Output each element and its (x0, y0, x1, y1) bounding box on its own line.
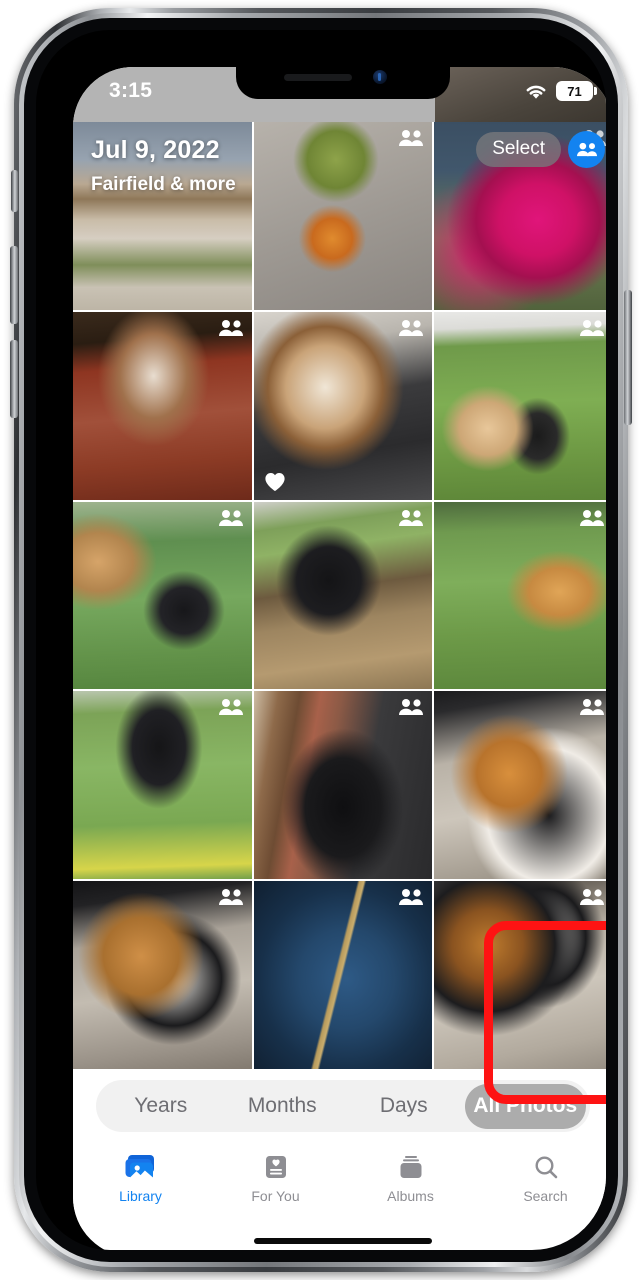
segment-days[interactable]: Days (343, 1084, 465, 1129)
shared-people-icon (398, 888, 424, 906)
device-notch (236, 67, 450, 99)
photo-thumbnail (73, 881, 252, 1069)
shared-people-icon (398, 319, 424, 337)
shared-people-icon (218, 319, 244, 337)
top-right-controls: Select (476, 131, 605, 168)
volume-down-button[interactable] (10, 340, 18, 418)
photo-dog-on-rug[interactable] (73, 311, 252, 500)
shared-people-icon (579, 319, 605, 337)
heart-icon (264, 472, 286, 492)
shared-people-icon (579, 888, 605, 906)
segment-all-photos[interactable]: All Photos (464, 1083, 586, 1129)
photo-dogs-on-turf[interactable] (434, 311, 606, 500)
shared-people-icon (398, 129, 424, 147)
photo-two-cats-bed[interactable] (434, 691, 606, 880)
photo-calico-cat[interactable] (434, 881, 606, 1069)
tab-label: Search (523, 1188, 568, 1204)
wifi-icon (525, 83, 547, 100)
photo-thumbnail (434, 501, 606, 690)
photo-house-driveway[interactable]: Jul 9, 2022 Fairfield & more (73, 122, 252, 310)
shared-library-toggle-button[interactable] (568, 131, 605, 168)
shared-people-icon (576, 142, 597, 157)
photo-library-icon (124, 1151, 158, 1185)
shared-people-icon (218, 509, 244, 527)
home-indicator[interactable] (254, 1238, 432, 1244)
timeline-scope-bar: Years Months Days All Photos (73, 1069, 606, 1143)
search-icon (531, 1151, 561, 1185)
photo-thumbnail (73, 501, 252, 690)
device-bezel: 3:15 71 Jul 9, 2022 Fairfield & more Sel… (36, 30, 606, 1250)
photo-thumbnail (434, 691, 606, 880)
front-camera (373, 70, 387, 84)
phone-screen: 3:15 71 Jul 9, 2022 Fairfield & more Sel… (73, 67, 606, 1250)
photo-dog-on-couch[interactable] (253, 311, 433, 500)
photo-thumbnail (253, 881, 433, 1069)
library-date-title: Jul 9, 2022 (91, 136, 220, 164)
photo-thumbnail (253, 501, 433, 690)
mute-switch[interactable] (11, 170, 18, 212)
shared-people-icon (218, 888, 244, 906)
albums-stack-icon (396, 1151, 426, 1185)
photo-thumbnail (253, 122, 433, 310)
status-bar-clock: 3:15 (109, 79, 153, 102)
shared-people-icon (218, 698, 244, 716)
segmented-control: Years Months Days All Photos (96, 1080, 590, 1132)
shared-people-icon (398, 509, 424, 527)
photo-thumbnail (434, 881, 606, 1069)
volume-up-button[interactable] (10, 246, 18, 324)
power-button[interactable] (624, 290, 632, 425)
photo-dog-running[interactable] (73, 691, 252, 880)
photo-black-dog-deck[interactable] (253, 501, 433, 690)
photo-thumbnail (73, 691, 252, 880)
tab-label: For You (251, 1188, 300, 1204)
tab-albums[interactable]: Albums (343, 1143, 478, 1229)
tab-search[interactable]: Search (478, 1143, 606, 1229)
segment-years[interactable]: Years (100, 1084, 222, 1129)
battery-indicator: 71 (556, 81, 597, 101)
status-bar-indicators: 71 (525, 81, 597, 101)
shared-people-icon (579, 509, 605, 527)
photo-pink-bougainvillea[interactable]: Select (434, 122, 606, 310)
library-location-subtitle: Fairfield & more (91, 174, 236, 195)
shared-people-icon (398, 698, 424, 716)
tab-label: Albums (387, 1188, 434, 1204)
photo-smoothie-bowl[interactable] (253, 122, 433, 310)
photo-grid: Jul 9, 2022 Fairfield & more Select (73, 122, 606, 1069)
photo-dogs-by-fence[interactable] (73, 501, 252, 690)
shared-people-icon (579, 698, 605, 716)
tab-bar: Library For You Albums Search (73, 1143, 606, 1229)
photo-thumbnail (73, 311, 252, 500)
photo-cats-curled[interactable] (73, 881, 252, 1069)
photo-tan-dog-fence[interactable] (434, 501, 606, 690)
photo-thumbnail (253, 691, 433, 880)
tab-label: Library (119, 1188, 162, 1204)
photo-dog-by-bookshelf[interactable] (253, 691, 433, 880)
for-you-card-icon (261, 1151, 291, 1185)
earpiece-speaker (284, 74, 352, 81)
segment-months[interactable]: Months (222, 1084, 344, 1129)
photos-library-wall: 3:15 71 Jul 9, 2022 Fairfield & more Sel… (73, 67, 606, 1069)
tab-for-you[interactable]: For You (208, 1143, 343, 1229)
iphone-device-frame: 3:15 71 Jul 9, 2022 Fairfield & more Sel… (10, 8, 632, 1272)
select-button[interactable]: Select (476, 132, 561, 167)
photo-thumbnail (434, 311, 606, 500)
photo-blue-leaf[interactable] (253, 881, 433, 1069)
tab-library[interactable]: Library (73, 1143, 208, 1229)
